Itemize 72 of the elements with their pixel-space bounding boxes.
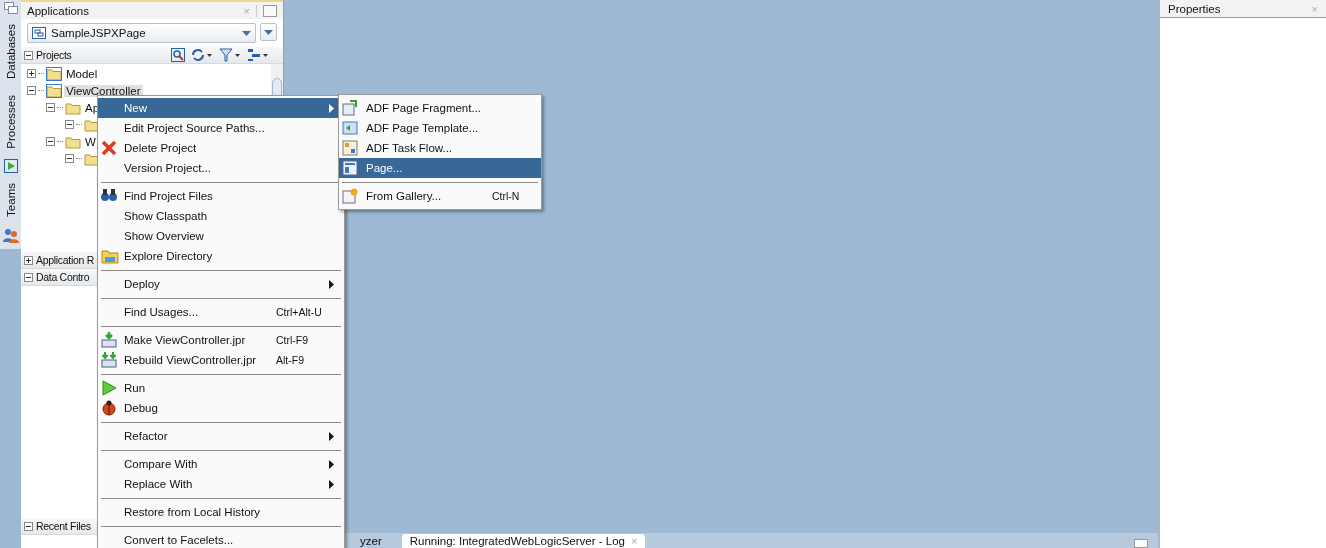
- application-icon: [32, 27, 46, 39]
- collapse-icon[interactable]: [46, 103, 55, 112]
- collapse-icon[interactable]: [65, 154, 74, 163]
- collapse-icon[interactable]: [27, 86, 36, 95]
- filter-icon[interactable]: [219, 48, 241, 62]
- task-flow-icon: [342, 140, 358, 156]
- folder-icon: [65, 134, 81, 149]
- folder-icon: [101, 248, 119, 264]
- menu-item[interactable]: Restore from Local History: [98, 502, 344, 522]
- section-header[interactable]: Application R: [36, 254, 94, 266]
- gallery-icon: [342, 188, 358, 204]
- folder-icon: [65, 100, 81, 115]
- menu-item[interactable]: Deploy: [98, 274, 344, 294]
- windows-icon[interactable]: [3, 2, 18, 14]
- layout-icon[interactable]: [247, 48, 269, 62]
- tree-item[interactable]: Model: [64, 67, 100, 80]
- folder-icon: [84, 151, 100, 166]
- side-tab[interactable]: Processes: [4, 89, 17, 155]
- panel-title: Properties: [1168, 2, 1221, 15]
- collapse-icon[interactable]: [46, 137, 55, 146]
- search-icon[interactable]: [171, 48, 185, 62]
- menu-item[interactable]: Make ViewController.jpr Ctrl-F9: [98, 330, 344, 350]
- menu-item[interactable]: Replace With: [98, 474, 344, 494]
- sync-icon[interactable]: [191, 48, 213, 62]
- menu-item[interactable]: ADF Page Template...: [339, 118, 541, 138]
- side-tab[interactable]: Teams: [4, 176, 17, 223]
- bug-icon: [101, 400, 117, 416]
- collapse-icon[interactable]: [65, 120, 74, 129]
- play-icon: [3, 158, 18, 173]
- menu-item[interactable]: Rebuild ViewController.jpr Alt-F9: [98, 350, 344, 370]
- binoculars-icon: [101, 188, 117, 202]
- section-header[interactable]: Projects: [36, 49, 72, 61]
- menu-item[interactable]: Refactor: [98, 426, 344, 446]
- side-tab[interactable]: Databases: [4, 18, 17, 85]
- menu-item[interactable]: Debug: [98, 398, 344, 418]
- section-header[interactable]: Recent Files: [36, 520, 91, 532]
- section-header[interactable]: Data Contro: [36, 271, 90, 283]
- build-icon: [101, 332, 117, 348]
- minimize-button[interactable]: [263, 4, 277, 17]
- expand-icon[interactable]: [24, 255, 33, 265]
- caret-icon: [242, 30, 251, 36]
- menu-item[interactable]: Explore Directory: [98, 246, 344, 266]
- collapse-icon[interactable]: [24, 50, 33, 60]
- menu-item[interactable]: Run: [98, 378, 344, 398]
- minimize-button[interactable]: [1134, 539, 1148, 548]
- application-dropdown[interactable]: SampleJSPXPage: [27, 23, 256, 43]
- expand-icon[interactable]: [27, 69, 36, 78]
- tree-item[interactable]: W: [83, 135, 98, 148]
- menu-item[interactable]: Find Usages... Ctrl+Alt-U: [98, 302, 344, 322]
- folder-icon: [46, 83, 62, 98]
- page-template-icon: [342, 120, 358, 136]
- rebuild-icon: [101, 352, 117, 368]
- panel-title: Applications: [27, 4, 89, 17]
- collapse-icon[interactable]: [24, 272, 33, 282]
- log-tab[interactable]: Running: IntegratedWebLogicServer - Log ×: [401, 534, 646, 548]
- menu-item[interactable]: Show Overview: [98, 226, 344, 246]
- delete-icon: [101, 140, 117, 156]
- collapse-icon[interactable]: [24, 521, 33, 531]
- menu-item[interactable]: Convert to Facelets...: [98, 530, 344, 548]
- tree-item[interactable]: ViewController: [64, 84, 143, 97]
- dropdown-button[interactable]: [260, 23, 277, 41]
- folder-icon: [46, 66, 62, 81]
- log-tab[interactable]: yzer: [352, 534, 390, 548]
- run-icon: [101, 380, 117, 396]
- menu-item[interactable]: Compare With: [98, 454, 344, 474]
- menu-item[interactable]: Show Classpath: [98, 206, 344, 226]
- page-icon: [342, 160, 358, 176]
- page-fragment-icon: [342, 100, 358, 116]
- caret-icon: [264, 29, 273, 35]
- menu-item[interactable]: Page...: [339, 158, 541, 178]
- folder-icon: [84, 117, 100, 132]
- people-icon: [2, 226, 19, 243]
